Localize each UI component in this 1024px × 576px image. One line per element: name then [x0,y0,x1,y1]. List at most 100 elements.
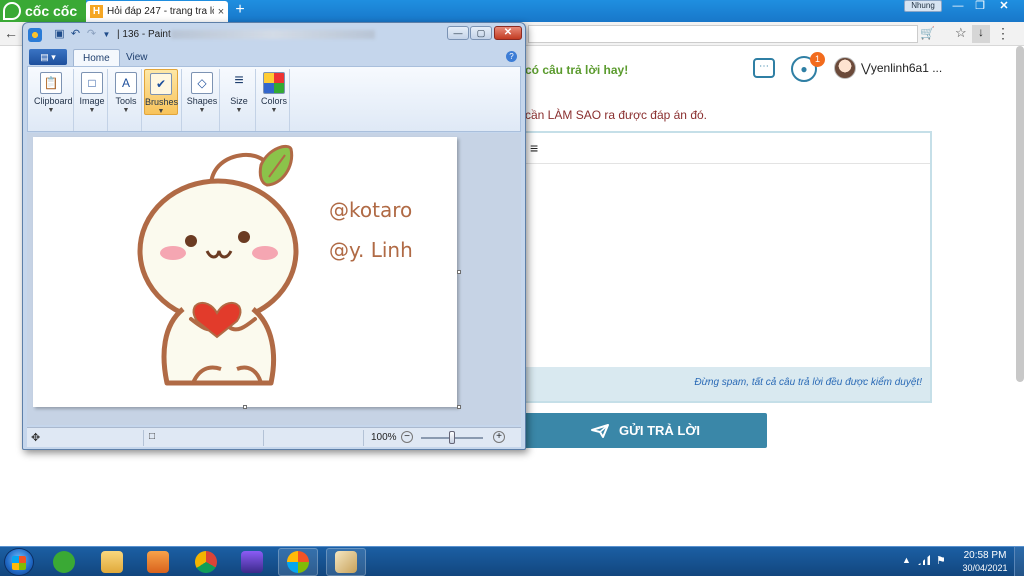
paint-title: | 136 - Paint [117,29,171,40]
chevron-down-icon: ⋁ [861,61,871,75]
editor-hint: Đừng spam, tất cả câu trả lời đều được k… [694,377,922,388]
tab-home[interactable]: Home [73,49,120,66]
tab-close-icon[interactable]: × [214,6,228,18]
paint-close-icon[interactable]: ✕ [494,26,522,40]
paint-menu-button[interactable]: ▤ ▾ [29,49,67,65]
undo-icon[interactable]: ↶ [69,28,82,41]
tab-favicon-icon: H [90,5,103,18]
taskbar-chrome[interactable] [186,548,226,576]
taskbar-browser-running[interactable] [278,548,318,576]
paint-canvas[interactable]: @kotaro @y. Linh [33,137,461,409]
paint-title-text: 136 - Paint [122,29,171,40]
paint-app-icon[interactable] [28,28,42,42]
color-palette-icon [263,72,285,94]
back-arrow-icon[interactable]: ← [4,25,20,43]
ribbon-group-image: □ Image ▼ [76,69,108,131]
tab-title: Hỏi đáp 247 - trang tra lời [107,6,214,17]
selection-icon: □ [81,72,103,94]
drawing-right-eye [238,231,250,243]
editor-toolbar: ≡ [522,133,930,164]
text-tool-icon: A [115,72,137,94]
tab-view[interactable]: View [117,49,157,66]
align-list-icon[interactable]: ≡ [530,140,538,156]
taskbar-explorer[interactable] [92,548,132,576]
clipboard-label: Clipboard [34,96,73,106]
clock-time[interactable]: 20:58 PM [962,550,1008,561]
browser-restore-icon[interactable]: ❐ [968,0,992,14]
media-player-icon [147,551,169,573]
user-avatar[interactable] [834,57,856,79]
zoom-out-icon[interactable]: − [401,431,413,443]
browser-minimize-icon[interactable]: — [946,0,970,14]
zoom-slider-thumb[interactable] [449,431,455,444]
ribbon-group-shapes: ◇ Shapes ▼ [184,69,220,131]
ribbon-tabs: ▤ ▾ Home View ? [27,47,521,66]
taskbar-paint-running[interactable] [326,548,366,576]
redo-icon[interactable]: ↷ [85,28,98,41]
taskbar-game[interactable] [232,548,272,576]
ribbon-group-colors: Colors ▼ [258,69,290,131]
blurred-file-path [171,30,375,39]
colors-button[interactable]: Colors ▼ [257,69,291,117]
instruction-text: cần LÀM SAO ra được đáp án đó. [525,108,707,122]
size-button[interactable]: ≡ Size ▼ [222,69,256,117]
taskbar-coccoc[interactable] [44,548,84,576]
editor-footer: Đừng spam, tất cả câu trả lời đều được k… [522,367,930,401]
chat-icon[interactable]: ⋯ [753,58,775,78]
paint-titlebar[interactable]: ▣ ↶ ↷ ▼ | 136 - Paint — ▢ ✕ [23,23,525,47]
image-button[interactable]: □ Image ▼ [75,69,109,117]
browser-color-icon [287,551,309,573]
clock-date[interactable]: 30/04/2021 [958,563,1012,573]
paint-minimize-icon[interactable]: — [447,26,469,40]
shapes-label: Shapes [186,96,218,106]
shapes-button[interactable]: ◇ Shapes ▼ [185,69,219,117]
browser-menu-icon[interactable]: ⋮ [996,25,1010,42]
action-center-flag-icon[interactable]: ⚑ [936,554,946,567]
address-input[interactable] [528,25,918,43]
canvas-resize-corner-handle[interactable] [457,405,461,409]
tools-label: Tools [115,96,137,106]
browser-logo[interactable]: cốc cốc [0,0,86,22]
download-icon[interactable]: ↓ [972,25,990,43]
dropdown-arrow-icon: ▼ [47,107,55,114]
shopping-cart-icon[interactable]: 🛒 [920,26,935,40]
canvas-resize-bottom-handle[interactable] [243,405,247,409]
clipboard-button[interactable]: 📋 Clipboard ▼ [34,69,73,117]
network-signal-icon[interactable] [918,555,930,565]
profile-badge[interactable]: Nhung [904,0,942,12]
statusbar-divider [263,430,264,446]
save-icon[interactable]: ▣ [53,28,66,41]
show-desktop-button[interactable] [1014,547,1024,576]
brush-icon: ✔ [150,73,172,95]
zoom-in-icon[interactable]: + [493,431,505,443]
help-icon[interactable]: ? [506,51,517,62]
tools-button[interactable]: A Tools ▼ [109,69,143,117]
coccoc-icon [53,551,75,573]
tray-expand-icon[interactable]: ▲ [902,555,911,565]
paint-maximize-icon[interactable]: ▢ [470,26,492,40]
brushes-button[interactable]: ✔ Brushes ▼ [144,69,178,115]
canvas-text-kotaro: @kotaro [329,198,412,222]
quick-access-dropdown-icon[interactable]: ▼ [100,28,113,41]
dropdown-arrow-icon: ▼ [88,107,96,114]
taskbar-media-player[interactable] [138,548,178,576]
line-size-icon: ≡ [234,72,244,89]
send-plane-icon [590,423,609,438]
statusbar-divider [363,430,364,446]
folder-icon [101,551,123,573]
submit-answer-button[interactable]: GỬI TRẢ LỜI [524,413,767,448]
answer-editor[interactable]: ≡ Đừng spam, tất cả câu trả lời đều được… [520,131,932,403]
drawing-right-blush [252,246,278,260]
ribbon-group-clipboard: 📋 Clipboard ▼ [30,69,74,131]
new-tab-button[interactable]: + [232,2,248,18]
browser-tab[interactable]: H Hỏi đáp 247 - trang tra lời × [86,1,228,22]
start-button[interactable] [4,548,34,576]
brushes-label: Brushes [145,97,179,107]
canvas-resize-right-handle[interactable] [457,270,461,274]
bookmark-star-icon[interactable]: ☆ [955,25,967,41]
clipboard-icon: 📋 [40,72,62,94]
drawing-left-blush [160,246,186,260]
page-scrollbar[interactable] [1016,46,1024,382]
browser-close-icon[interactable]: ✕ [992,0,1016,14]
user-menu[interactable]: ⋁yenlinh6a1 ... [861,61,942,75]
